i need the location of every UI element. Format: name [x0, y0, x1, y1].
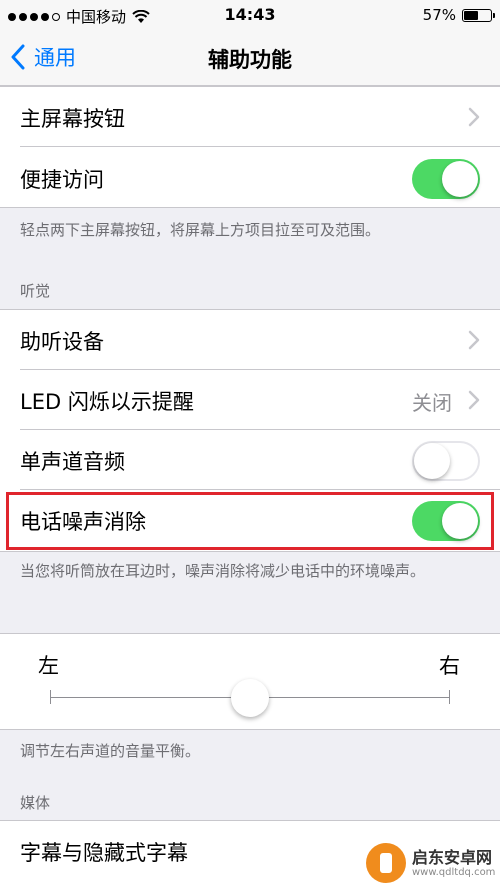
row-mono-audio: 单声道音频 — [0, 430, 500, 490]
chevron-right-icon — [468, 107, 480, 127]
highlight-box — [6, 492, 494, 550]
navigation-bar: 通用 辅助功能 — [0, 30, 500, 86]
chevron-right-icon — [468, 390, 480, 410]
row-label: 主屏幕按钮 — [20, 107, 125, 131]
section-header-hearing: 听觉 — [20, 282, 51, 300]
status-right: 57% — [422, 6, 495, 24]
mono-audio-toggle[interactable] — [412, 441, 480, 481]
status-bar: 中国移动 14:43 57% — [0, 0, 500, 30]
balance-left-label: 左 — [38, 654, 59, 678]
group-interaction: 主屏幕按钮 便捷访问 — [0, 86, 500, 208]
row-reachability: 便捷访问 — [0, 148, 500, 208]
battery-percent: 57% — [422, 6, 456, 24]
balance-right-label: 右 — [439, 654, 460, 678]
slider-tick-right — [449, 690, 450, 704]
row-led-flash[interactable]: LED 闪烁以示提醒 关闭 — [0, 370, 500, 430]
section-header-media: 媒体 — [20, 794, 51, 812]
reachability-footer: 轻点两下主屏幕按钮，将屏幕上方项目拉至可及范围。 — [20, 221, 381, 239]
row-label: 单声道音频 — [20, 450, 125, 474]
battery-icon — [462, 8, 495, 22]
phone-noise-footer: 当您将听筒放在耳边时，噪声消除将减少电话中的环境噪声。 — [20, 562, 426, 580]
balance-footer: 调节左右声道的音量平衡。 — [20, 742, 201, 760]
watermark: 启东安卓网 www.qdltdq.com — [366, 839, 496, 887]
led-flash-value: 关闭 — [412, 391, 452, 415]
watermark-name: 启东安卓网 — [412, 847, 493, 867]
row-hearing-devices[interactable]: 助听设备 — [0, 310, 500, 370]
row-label: 便捷访问 — [20, 168, 104, 192]
row-home-button[interactable]: 主屏幕按钮 — [0, 87, 500, 147]
chevron-right-icon — [468, 330, 480, 350]
row-label: LED 闪烁以示提醒 — [20, 390, 194, 414]
slider-tick-left — [50, 690, 51, 704]
row-label: 字幕与隐藏式字幕 — [20, 841, 188, 865]
row-label: 助听设备 — [20, 330, 104, 354]
watermark-logo-icon — [366, 843, 406, 883]
watermark-url: www.qdltdq.com — [412, 866, 496, 878]
page-title: 辅助功能 — [208, 48, 292, 72]
balance-slider-thumb[interactable] — [231, 679, 269, 717]
reachability-toggle[interactable] — [412, 159, 480, 199]
